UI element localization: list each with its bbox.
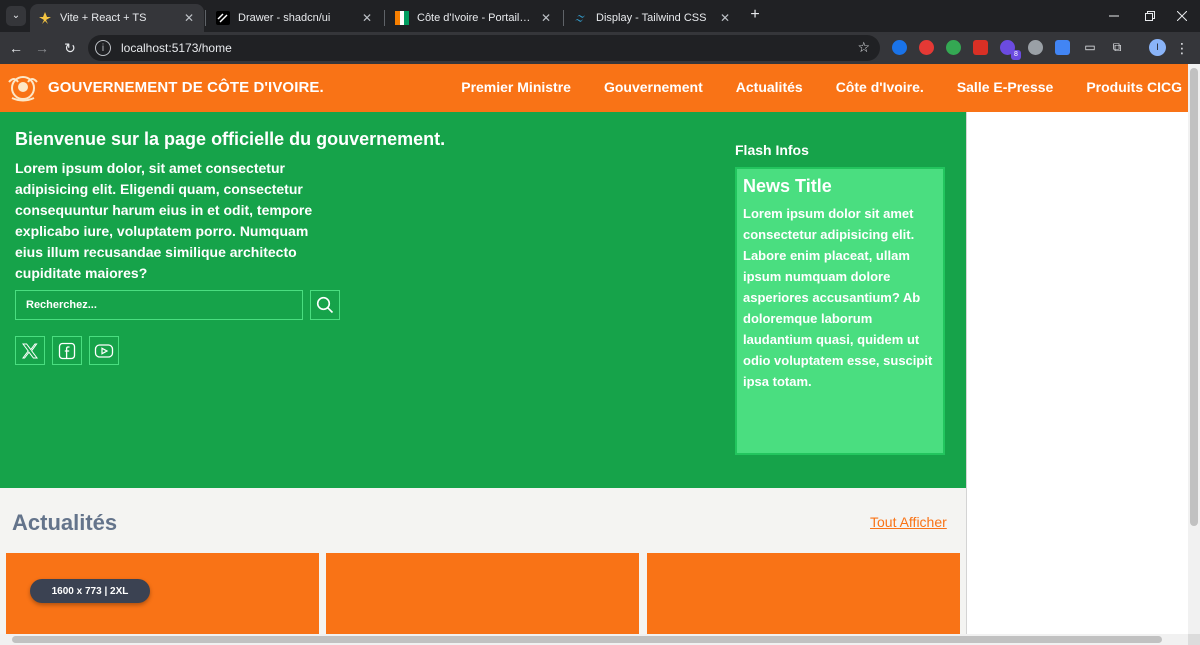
nav-produits-cicg[interactable]: Produits CICG — [1086, 79, 1182, 95]
close-tab-icon[interactable]: ✕ — [360, 11, 374, 25]
facebook-link[interactable] — [52, 336, 82, 365]
scrollbar-thumb[interactable] — [12, 636, 1162, 643]
restore-icon[interactable] — [1132, 0, 1168, 32]
close-tab-icon[interactable]: ✕ — [539, 11, 553, 25]
extension-icon[interactable] — [946, 40, 961, 55]
minimize-icon[interactable] — [1096, 0, 1132, 32]
flash-infos-label: Flash Infos — [735, 142, 809, 158]
scrollbar-thumb[interactable] — [1190, 68, 1198, 526]
close-tab-icon[interactable]: ✕ — [718, 11, 732, 25]
scrollbar-corner — [1188, 634, 1200, 645]
site-brand[interactable]: GOUVERNEMENT DE CÔTE D'IVOIRE. — [48, 79, 324, 96]
nav-cote-divoire[interactable]: Côte d'Ivoire. — [836, 79, 924, 95]
page-viewport: GOUVERNEMENT DE CÔTE D'IVOIRE. Premier M… — [0, 64, 1200, 645]
url-text: localhost:5173/home — [121, 41, 232, 55]
extension-icon[interactable] — [892, 40, 907, 55]
bookmark-star-icon[interactable]: ☆ — [857, 39, 870, 56]
nav-premier-ministre[interactable]: Premier Ministre — [461, 79, 571, 95]
extension-badge: 8 — [1011, 50, 1021, 60]
close-tab-icon[interactable]: ✕ — [182, 11, 196, 25]
forward-icon[interactable]: → — [32, 38, 52, 58]
social-links — [15, 336, 119, 365]
news-item-card[interactable] — [647, 553, 960, 634]
youtube-link[interactable] — [89, 336, 119, 365]
x-link[interactable] — [15, 336, 45, 365]
extension-icon[interactable] — [919, 40, 934, 55]
back-icon[interactable]: ← — [6, 38, 26, 58]
tab-vite[interactable]: Vite + React + TS ✕ — [30, 4, 204, 32]
search-button[interactable] — [310, 290, 340, 320]
site-info-icon[interactable]: i — [95, 40, 111, 56]
nav-salle-e-presse[interactable]: Salle E-Presse — [957, 79, 1054, 95]
news-body: Lorem ipsum dolor sit amet consectetur a… — [743, 206, 933, 389]
tab-title: Côte d'Ivoire - Portail officiel du — [417, 12, 531, 24]
coat-of-arms-icon[interactable] — [6, 72, 40, 104]
actualites-section: Actualités Tout Afficher — [0, 488, 966, 634]
cast-icon[interactable]: ▭ — [1082, 39, 1098, 55]
tab-divider — [563, 10, 564, 26]
vertical-scrollbar[interactable] — [1188, 64, 1200, 634]
nav-gouvernement[interactable]: Gouvernement — [604, 79, 703, 95]
tab-cote-divoire[interactable]: Côte d'Ivoire - Portail officiel du ✕ — [387, 4, 561, 32]
extension-icon[interactable] — [1028, 40, 1043, 55]
news-title: News Title — [743, 176, 832, 196]
tab-tailwind[interactable]: Display - Tailwind CSS ✕ — [566, 4, 740, 32]
tab-title: Drawer - shadcn/ui — [238, 12, 331, 24]
news-card[interactable]: News Title Lorem ipsum dolor sit amet co… — [735, 167, 945, 455]
hero-text: Lorem ipsum dolor, sit amet consectetur … — [15, 160, 313, 281]
search-input[interactable] — [15, 290, 303, 320]
section-title: Actualités — [12, 510, 118, 535]
address-bar[interactable]: i localhost:5173/home ☆ — [88, 35, 880, 61]
tab-title: Vite + React + TS — [60, 12, 147, 24]
vite-icon — [38, 11, 52, 25]
extensions-puzzle-icon[interactable]: ⧉ — [1109, 39, 1125, 55]
menu-icon[interactable]: ⋮ — [1174, 39, 1190, 57]
site-header: GOUVERNEMENT DE CÔTE D'IVOIRE. Premier M… — [0, 64, 1188, 112]
tab-divider — [205, 10, 206, 26]
youtube-icon — [94, 343, 114, 358]
close-window-icon[interactable] — [1164, 0, 1200, 32]
search-bar — [15, 290, 340, 320]
view-all-link[interactable]: Tout Afficher — [870, 514, 947, 530]
hero-title: Bienvenue sur la page officielle du gouv… — [15, 129, 446, 149]
horizontal-scrollbar[interactable] — [0, 634, 1188, 645]
tab-divider — [384, 10, 385, 26]
x-icon — [22, 343, 38, 358]
reload-icon[interactable]: ↻ — [60, 38, 80, 58]
tab-search-button[interactable]: ⌄ — [6, 6, 26, 26]
ivory-coast-flag-icon — [395, 11, 409, 25]
extension-icon[interactable] — [1055, 40, 1070, 55]
nav-actualites[interactable]: Actualités — [736, 79, 803, 95]
profile-avatar[interactable]: I — [1149, 39, 1166, 56]
news-item-card[interactable] — [326, 553, 639, 634]
shadcn-icon — [216, 11, 230, 25]
hero-section: Bienvenue sur la page officielle du gouv… — [0, 112, 966, 488]
tab-strip: ⌄ Vite + React + TS ✕ Drawer - shadcn/ui… — [0, 0, 1200, 32]
screen-size-badge: 1600 x 773 | 2XL — [30, 579, 150, 603]
new-tab-button[interactable]: + — [746, 6, 764, 24]
extension-icon[interactable] — [973, 40, 988, 55]
search-icon — [316, 296, 334, 314]
main-nav: Premier Ministre Gouvernement Actualités… — [461, 79, 1182, 95]
tab-shadcn[interactable]: Drawer - shadcn/ui ✕ — [208, 4, 382, 32]
facebook-icon — [58, 342, 76, 359]
tailwind-icon — [574, 11, 588, 25]
side-panel — [966, 112, 1188, 634]
tab-title: Display - Tailwind CSS — [596, 12, 707, 24]
browser-toolbar: ← → ↻ i localhost:5173/home ☆ 8 ▭ ⧉ I ⋮ — [0, 32, 1200, 64]
